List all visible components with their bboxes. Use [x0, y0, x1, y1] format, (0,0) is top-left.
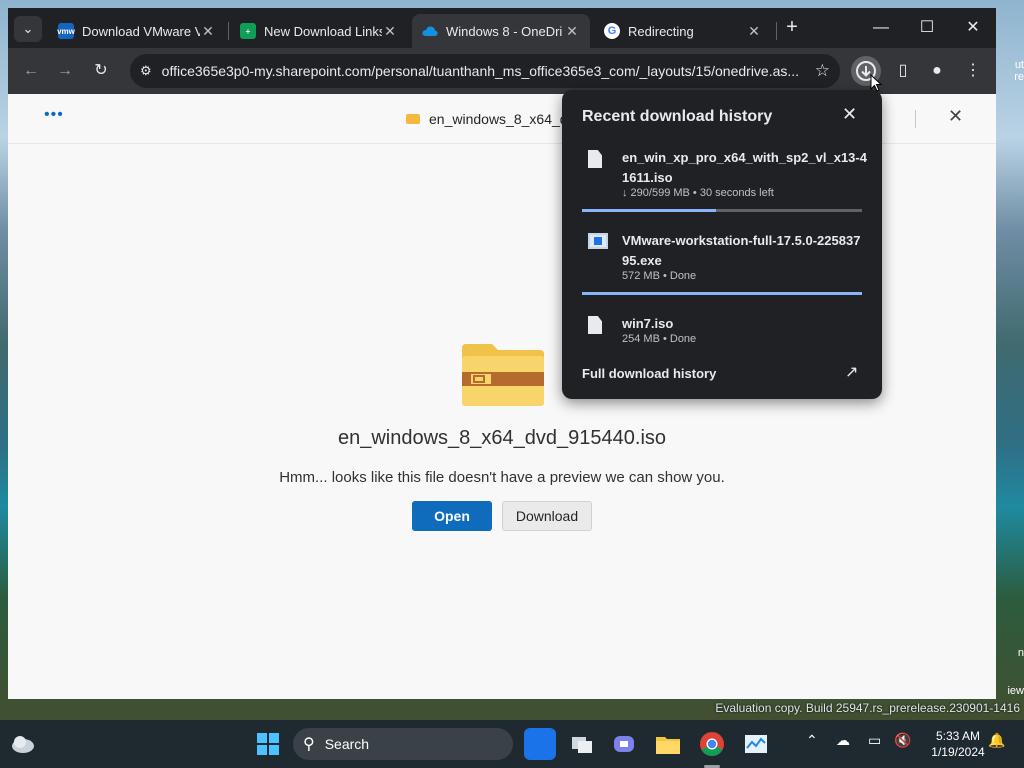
sheets-icon: +	[240, 23, 256, 39]
download-progress-fill	[582, 209, 717, 212]
bookmark-star-icon[interactable]: ☆	[815, 61, 830, 81]
minimize-button[interactable]: —	[858, 8, 904, 48]
more-options-icon[interactable]: •••	[44, 106, 64, 124]
edge-beta-icon[interactable]	[524, 728, 556, 760]
close-viewer-icon[interactable]: ✕	[948, 106, 963, 127]
download-button[interactable]: Download	[502, 501, 592, 531]
tab-close-icon[interactable]: ✕	[200, 23, 216, 40]
tab-separator	[776, 22, 777, 40]
notification-bell-icon[interactable]: 🔔	[988, 732, 1005, 749]
chevron-up-icon[interactable]: ⌃	[806, 732, 818, 749]
task-manager-icon[interactable]	[740, 728, 772, 760]
tab-search-button[interactable]: ⌄	[14, 16, 42, 42]
tab-title: Windows 8 - OneDri	[446, 23, 563, 39]
download-item[interactable]: en_win_xp_pro_x64_with_sp2_vl_x13-41611.…	[582, 148, 867, 218]
download-item[interactable]: VMware-workstation-full-17.5.0-22583795.…	[582, 231, 862, 301]
new-tab-button[interactable]: +	[780, 16, 804, 40]
chrome-icon[interactable]	[696, 728, 728, 760]
download-bubble-title: Recent download history	[582, 108, 773, 125]
tab-redirecting[interactable]: G Redirecting ✕	[594, 14, 772, 48]
tab-close-icon[interactable]: ✕	[382, 23, 398, 40]
download-status: 254 MB • Done	[622, 333, 697, 345]
header-file-title: en_windows_8_x64_dv	[406, 111, 575, 127]
download-progress-fill	[582, 292, 862, 295]
network-icon[interactable]: ▭	[868, 732, 881, 749]
start-icon[interactable]	[252, 728, 284, 760]
download-progress-bar	[582, 292, 862, 295]
weather-icon[interactable]	[8, 728, 38, 760]
download-bubble: Recent download history ✕ en_win_xp_pro_…	[562, 90, 882, 399]
clock-date: 1/19/2024	[931, 745, 985, 759]
download-status: ↓ 290/599 MB • 30 seconds left	[622, 187, 774, 199]
task-view-icon[interactable]	[566, 728, 598, 760]
desktop-text-snippet: ut	[1014, 59, 1024, 71]
browser-toolbar: ← → ↻ ⚙ office365e3p0-my.sharepoint.com/…	[8, 48, 996, 94]
tab-close-icon[interactable]: ✕	[564, 23, 580, 40]
file-explorer-icon[interactable]	[652, 728, 684, 760]
search-label: Search	[324, 736, 370, 752]
folder-icon	[406, 114, 420, 124]
profile-icon[interactable]: ●	[922, 56, 952, 86]
tab-title: Redirecting	[628, 23, 694, 39]
folder-icon	[462, 344, 544, 406]
tab-title: Download VMware V	[82, 23, 200, 39]
address-bar[interactable]: ⚙ office365e3p0-my.sharepoint.com/person…	[130, 54, 840, 88]
download-progress-bar	[582, 209, 862, 212]
tab-strip: ⌄ vmw Download VMware V ✕ + New Download…	[8, 8, 996, 48]
tab-separator	[228, 22, 229, 40]
open-button[interactable]: Open	[412, 501, 492, 531]
no-preview-message: Hmm... looks like this file doesn't have…	[279, 469, 725, 486]
file-icon	[588, 150, 602, 168]
forward-icon[interactable]: →	[50, 56, 80, 86]
back-icon[interactable]: ←	[16, 56, 46, 86]
tab-new-download-links[interactable]: + New Download Links ✕	[230, 14, 408, 48]
clock-time: 5:33 AM	[935, 729, 981, 743]
download-filename: win7.iso	[622, 316, 674, 331]
teams-icon[interactable]	[608, 728, 640, 760]
taskbar: ⚲ Search ⌃ ☁ ▭ 🔇 5:33 AM 1/19/2024 🔔	[0, 720, 1024, 768]
onedrive-icon	[422, 23, 438, 39]
tab-onedrive[interactable]: Windows 8 - OneDri ✕	[412, 14, 590, 48]
close-bubble-icon[interactable]: ✕	[842, 104, 857, 125]
volume-muted-icon[interactable]: 🔇	[894, 732, 911, 749]
exe-icon	[588, 233, 608, 249]
tab-close-icon[interactable]: ✕	[746, 23, 762, 40]
open-external-icon[interactable]: ↗	[845, 362, 858, 382]
download-status: 572 MB • Done	[622, 270, 697, 282]
file-icon	[588, 316, 602, 334]
side-panel-icon[interactable]: ▯	[888, 56, 918, 86]
desktop-text-snippet: n	[1017, 647, 1024, 659]
header-divider	[915, 110, 916, 128]
tab-vmware[interactable]: vmw Download VMware V ✕	[48, 14, 226, 48]
desktop-text-snippet: iew	[1007, 685, 1024, 697]
mouse-cursor-icon	[870, 74, 882, 92]
url-text: office365e3p0-my.sharepoint.com/personal…	[161, 63, 800, 79]
vmware-icon: vmw	[57, 23, 75, 39]
maximize-button[interactable]: ☐	[904, 8, 950, 48]
download-item[interactable]: win7.iso 254 MB • Done	[582, 314, 862, 354]
desktop-text-snippet: re	[1014, 71, 1024, 83]
evaluation-watermark: Evaluation copy. Build 25947.rs_prerelea…	[715, 701, 1020, 715]
search-icon: ⚲	[303, 736, 315, 753]
site-settings-icon[interactable]: ⚙	[140, 63, 152, 79]
header-filename: en_windows_8_x64_dv	[429, 111, 575, 127]
menu-icon[interactable]: ⋮	[958, 56, 988, 86]
file-name-heading: en_windows_8_x64_dvd_915440.iso	[337, 427, 667, 449]
google-icon: G	[604, 23, 620, 39]
system-clock[interactable]: 5:33 AM 1/19/2024	[922, 728, 994, 760]
reload-icon[interactable]: ↻	[86, 56, 116, 86]
tab-title: New Download Links	[264, 23, 382, 39]
taskbar-search[interactable]: ⚲ Search	[293, 728, 513, 760]
full-download-history-link[interactable]: Full download history	[582, 366, 716, 381]
close-window-button[interactable]: ✕	[950, 8, 996, 48]
cloud-offline-icon[interactable]: ☁	[836, 732, 850, 749]
download-filename: VMware-workstation-full-17.5.0-22583795.…	[622, 233, 861, 268]
download-filename: en_win_xp_pro_x64_with_sp2_vl_x13-41611.…	[622, 150, 867, 185]
